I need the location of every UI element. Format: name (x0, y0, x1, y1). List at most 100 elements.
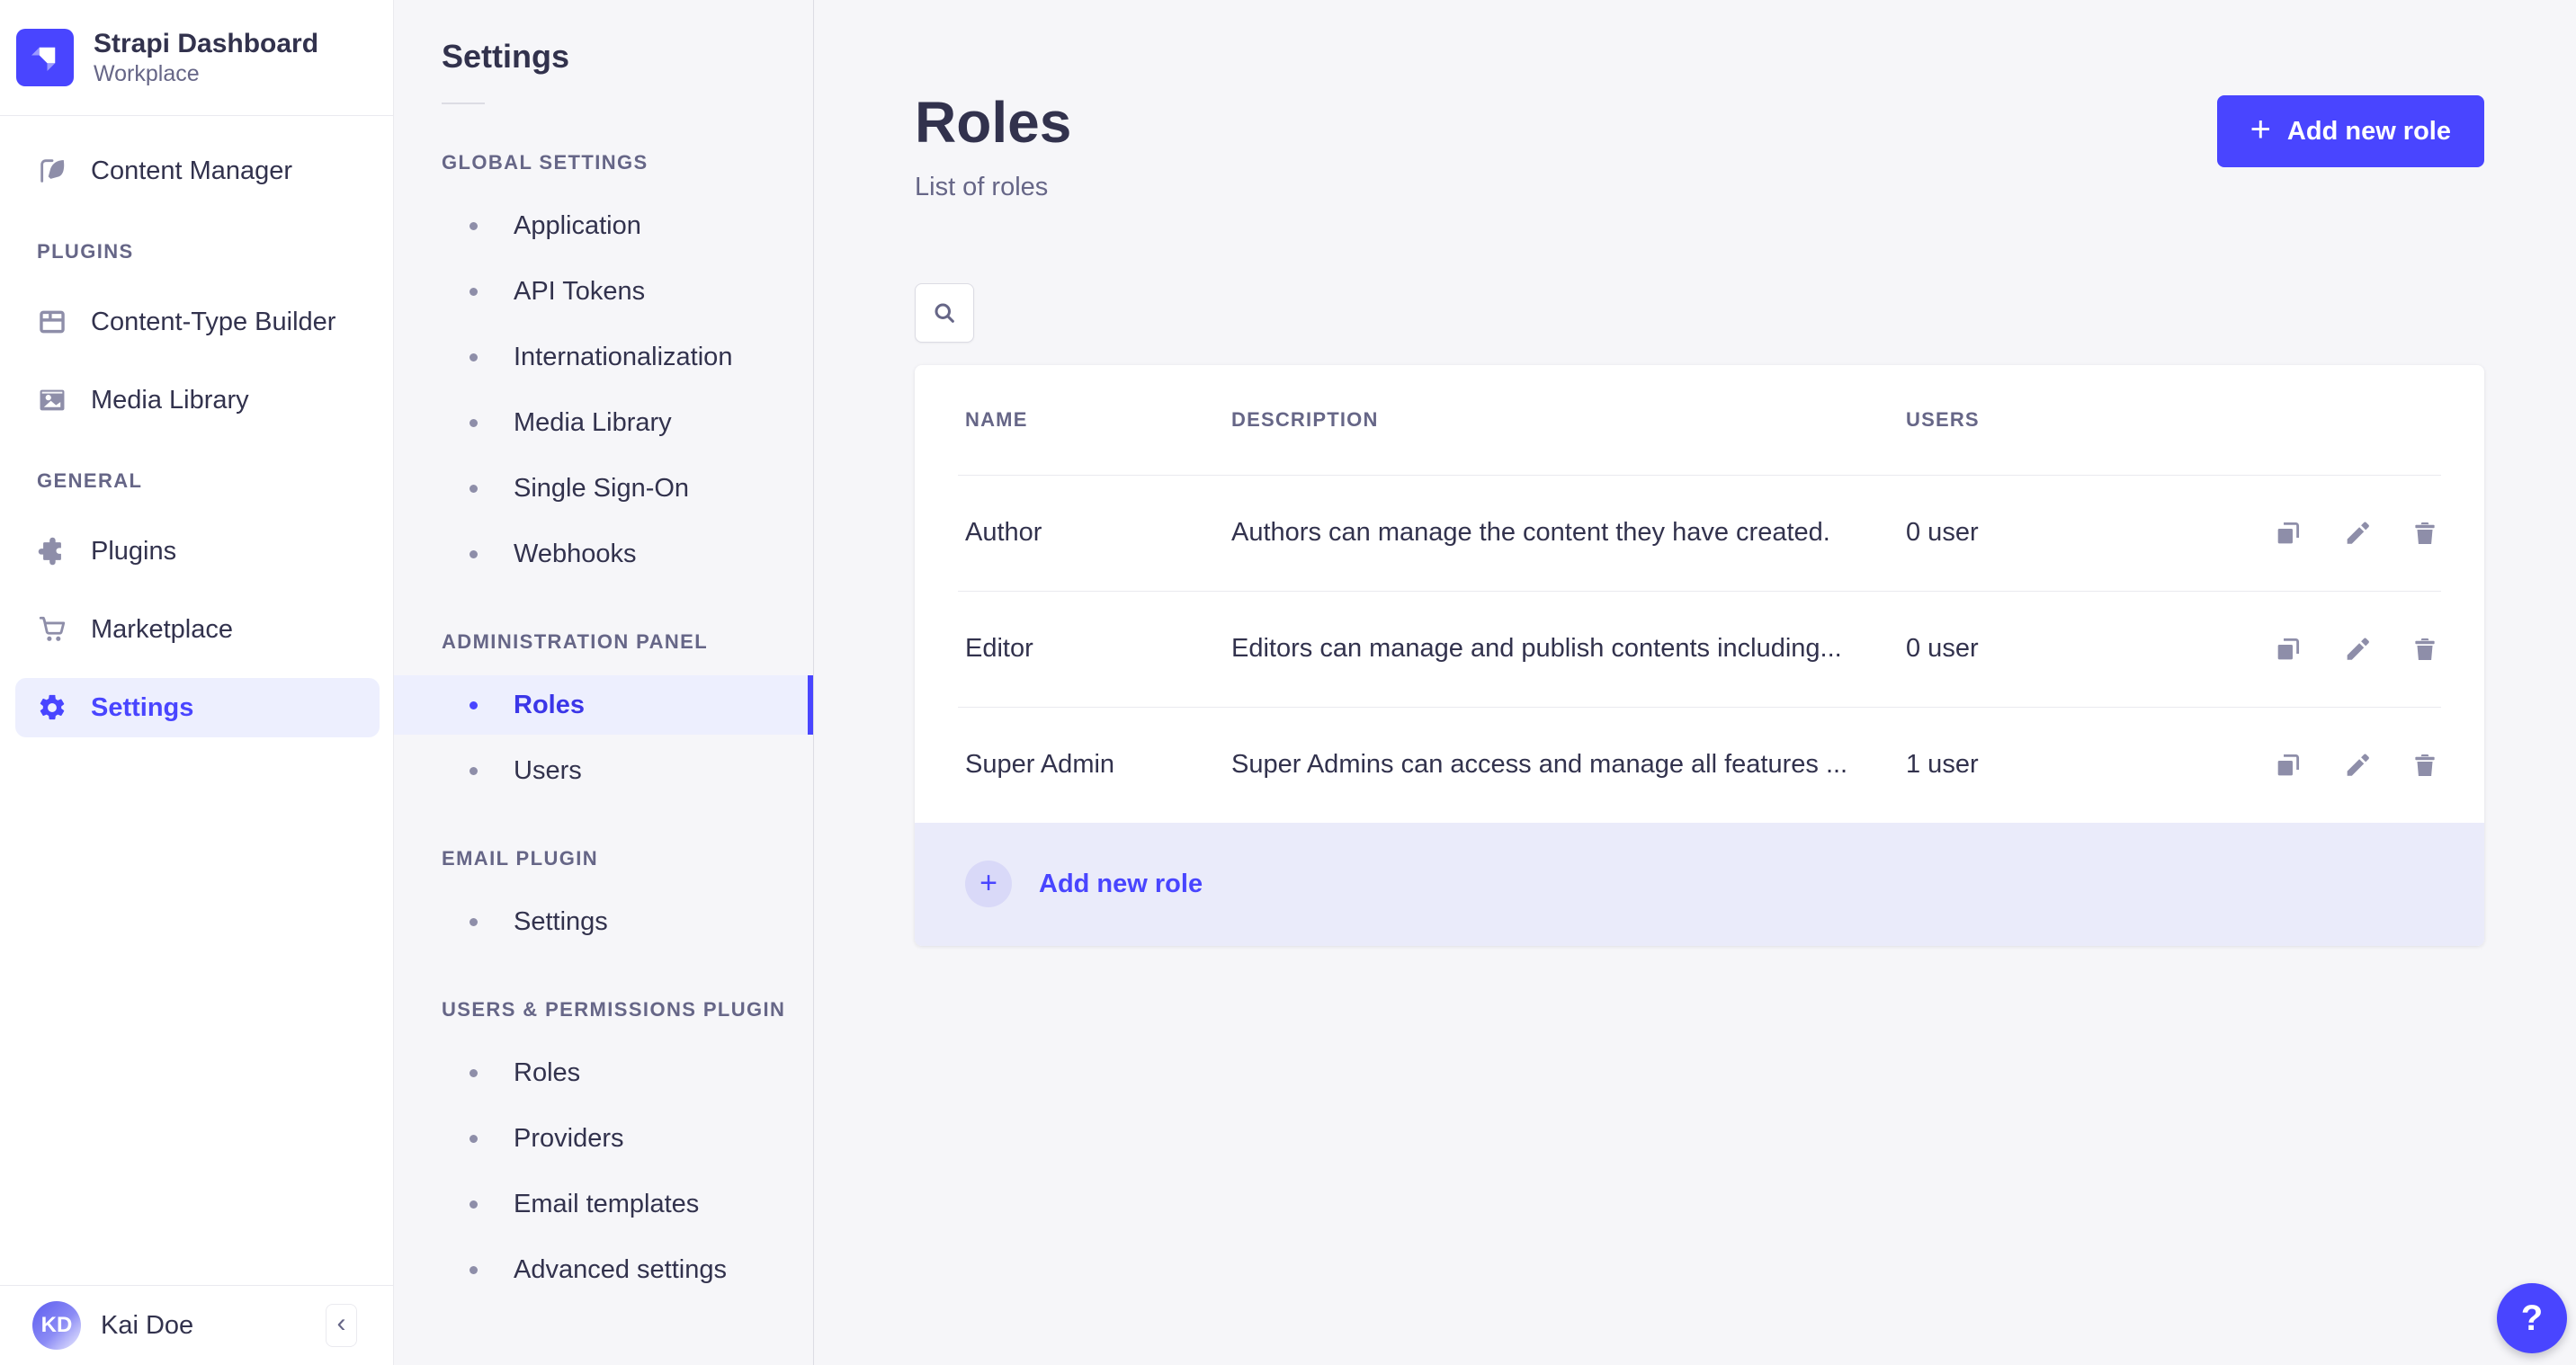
sidebar-item-label: Marketplace (91, 614, 233, 644)
bullet-icon (470, 418, 478, 427)
main-sidebar: Strapi Dashboard Workplace Content Manag… (0, 0, 394, 1365)
sidebar-item-media-library[interactable]: Media Library (15, 370, 380, 430)
main-content: Roles List of roles + Add new role NAME … (814, 0, 2576, 1365)
subnav-item-media-library[interactable]: Media Library (394, 393, 813, 452)
pencil-icon (2341, 634, 2372, 665)
subnav-title: Settings (442, 38, 570, 75)
question-mark-icon: ? (2520, 1298, 2544, 1338)
duplicate-button[interactable] (2272, 517, 2304, 549)
table-row-author[interactable]: Author Authors can manage the content th… (915, 476, 2484, 591)
bullet-icon (470, 484, 478, 493)
sidebar-item-content-type-builder[interactable]: Content-Type Builder (15, 292, 380, 352)
role-description: Authors can manage the content they have… (1231, 518, 1830, 548)
settings-subnav: Settings GLOBAL SETTINGS Application API… (394, 0, 814, 1365)
subnav-section-users-permissions-plugin: USERS & PERMISSIONS PLUGIN (442, 998, 786, 1021)
column-header-users: USERS (1906, 407, 1980, 431)
subnav-item-label: API Tokens (514, 276, 646, 306)
table-row-editor[interactable]: Editor Editors can manage and publish co… (915, 592, 2484, 707)
pencil-icon (2341, 750, 2372, 781)
role-users-count: 1 user (1906, 750, 1979, 780)
subnav-item-application[interactable]: Application (394, 196, 813, 255)
brand-text: Strapi Dashboard Workplace (94, 27, 318, 89)
bullet-icon (470, 352, 478, 361)
table-row-super-admin[interactable]: Super Admin Super Admins can access and … (915, 708, 2484, 823)
sidebar-section-general: GENERAL (37, 469, 143, 492)
subnav-item-label: Roles (514, 1057, 581, 1087)
search-button[interactable] (915, 282, 974, 343)
page-title-block: Roles List of roles (915, 90, 1071, 202)
subnav-item-admin-users[interactable]: Users (394, 741, 813, 800)
subnav-item-up-roles[interactable]: Roles (394, 1043, 813, 1102)
column-header-name: NAME (965, 407, 1028, 431)
delete-button[interactable] (2409, 749, 2441, 781)
strapi-logo-icon (16, 29, 74, 86)
page-subtitle: List of roles (915, 172, 1049, 201)
page-header: Roles List of roles + Add new role (915, 0, 2484, 202)
subnav-item-internationalization[interactable]: Internationalization (394, 327, 813, 387)
plus-circle-icon: + (965, 861, 1012, 908)
subnav-item-email-settings[interactable]: Settings (394, 892, 813, 951)
edit-button[interactable] (2340, 517, 2373, 549)
avatar[interactable]: KD (32, 1301, 81, 1350)
sidebar-item-marketplace[interactable]: Marketplace (15, 600, 380, 659)
row-actions (2213, 749, 2441, 781)
pencil-icon (2341, 518, 2372, 549)
sidebar-item-label: Settings (91, 692, 194, 722)
sidebar-nav: Content Manager PLUGINS Content-Type Bui… (0, 116, 393, 1285)
image-icon (37, 385, 67, 415)
roles-table: NAME DESCRIPTION USERS Author Authors ca… (915, 364, 2484, 946)
subnav-item-label: Internationalization (514, 342, 733, 371)
bullet-icon (470, 1265, 478, 1274)
sidebar-item-content-manager[interactable]: Content Manager (15, 141, 380, 201)
bullet-icon (470, 917, 478, 926)
bullet-icon (470, 287, 478, 296)
delete-button[interactable] (2409, 517, 2441, 549)
duplicate-button[interactable] (2272, 633, 2304, 665)
subnav-title-rule (442, 103, 485, 104)
subnav-item-label: Settings (514, 906, 608, 936)
subnav-item-label: Email templates (514, 1189, 700, 1218)
bullet-icon (470, 549, 478, 558)
duplicate-icon (2273, 750, 2303, 781)
subnav-item-up-email-templates[interactable]: Email templates (394, 1174, 813, 1234)
role-name: Super Admin (965, 750, 1115, 780)
edit-button[interactable] (2340, 633, 2373, 665)
help-button[interactable]: ? (2497, 1283, 2567, 1353)
role-users-count: 0 user (1906, 518, 1979, 548)
subnav-item-label: Roles (514, 690, 585, 719)
sidebar-item-plugins[interactable]: Plugins (15, 522, 380, 581)
sidebar-item-label: Media Library (91, 385, 249, 415)
role-name: Author (965, 518, 1042, 548)
subnav-item-up-advanced-settings[interactable]: Advanced settings (394, 1240, 813, 1299)
row-actions (2213, 517, 2441, 549)
page-title: Roles (915, 90, 1072, 155)
subnav-item-admin-roles[interactable]: Roles (394, 675, 813, 735)
add-new-role-button-label: Add new role (2286, 116, 2451, 146)
subnav-item-webhooks[interactable]: Webhooks (394, 524, 813, 584)
subnav-item-up-providers[interactable]: Providers (394, 1109, 813, 1168)
duplicate-button[interactable] (2272, 749, 2304, 781)
subnav-item-api-tokens[interactable]: API Tokens (394, 262, 813, 321)
trash-icon (2410, 518, 2440, 549)
role-description: Super Admins can access and manage all f… (1231, 750, 1848, 780)
role-users-count: 0 user (1906, 634, 1979, 664)
subnav-item-label: Advanced settings (514, 1254, 727, 1284)
edit-button[interactable] (2340, 749, 2373, 781)
search-icon (932, 300, 957, 326)
collapse-sidebar-button[interactable]: ‹ (326, 1304, 357, 1347)
subnav-item-label: Single Sign-On (514, 473, 690, 503)
workspace-switcher[interactable]: Strapi Dashboard Workplace (0, 0, 393, 115)
sidebar-item-settings[interactable]: Settings (15, 678, 380, 737)
trash-icon (2410, 634, 2440, 665)
subnav-section-email-plugin: EMAIL PLUGIN (442, 847, 599, 870)
table-footer-add-row[interactable]: + Add new role (915, 822, 2484, 946)
sidebar-item-label: Content-Type Builder (91, 307, 336, 336)
add-new-role-button[interactable]: + Add new role (2216, 95, 2484, 167)
app-root: Strapi Dashboard Workplace Content Manag… (0, 0, 2576, 1365)
row-actions (2213, 633, 2441, 665)
subnav-item-label: Media Library (514, 407, 672, 437)
delete-button[interactable] (2409, 633, 2441, 665)
subnav-item-single-sign-on[interactable]: Single Sign-On (394, 459, 813, 518)
role-description: Editors can manage and publish contents … (1231, 634, 1842, 664)
sidebar-section-plugins: PLUGINS (37, 240, 134, 263)
